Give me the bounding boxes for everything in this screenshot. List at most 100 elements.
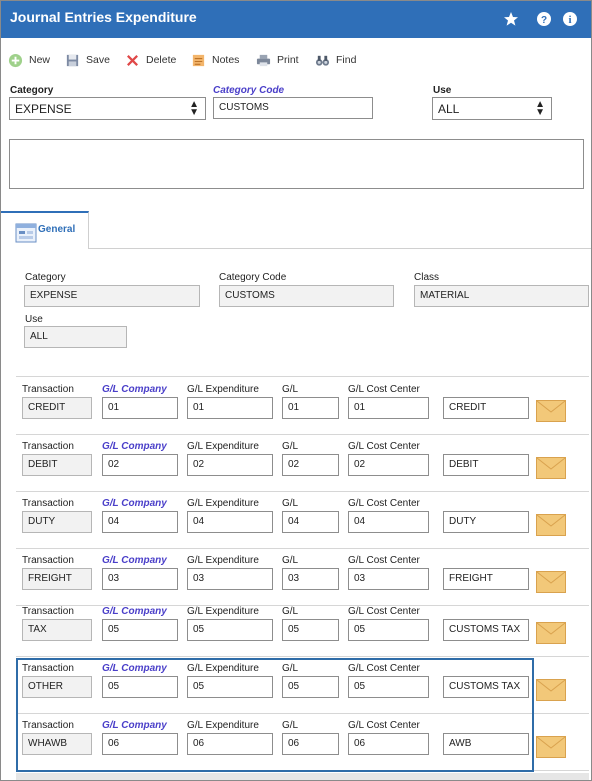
general-use-field: ALL — [24, 326, 127, 348]
envelope-icon[interactable] — [536, 622, 566, 644]
description-field[interactable]: CUSTOMS TAX — [443, 619, 529, 641]
selection-highlight — [16, 658, 534, 772]
use-select-value: ALL — [438, 102, 460, 116]
gl-cost-center-label: G/L Cost Center — [348, 384, 420, 395]
notes-icon — [192, 54, 205, 66]
gl-expenditure-input[interactable]: 01 — [187, 397, 273, 419]
tab-bar-line — [1, 248, 591, 249]
table-row: Transaction DEBIT G/L Company 02 G/L Expendi… — [16, 435, 589, 492]
transaction-label: Transaction — [22, 606, 74, 617]
gl-cost-center-input[interactable]: 03 — [348, 568, 429, 590]
gl-input[interactable]: 01 — [282, 397, 339, 419]
table-row: Transaction DUTY G/L Company 04 G/L Expendit… — [16, 492, 589, 549]
gl-label: G/L — [282, 606, 299, 617]
transaction-label: Transaction — [22, 384, 74, 395]
envelope-icon[interactable] — [536, 457, 566, 479]
transaction-field: DEBIT — [22, 454, 92, 476]
description-field[interactable]: CREDIT — [443, 397, 529, 419]
form-icon — [15, 223, 37, 243]
gl-cost-center-input[interactable]: 02 — [348, 454, 429, 476]
star-icon[interactable] — [503, 11, 519, 27]
gl-company-input[interactable]: 03 — [102, 568, 178, 590]
gl-label: G/L — [282, 441, 299, 452]
description-field[interactable]: DEBIT — [443, 454, 529, 476]
add-icon — [8, 53, 23, 67]
gl-input[interactable]: 04 — [282, 511, 339, 533]
transaction-label: Transaction — [22, 498, 74, 509]
transaction-label: Transaction — [22, 441, 74, 452]
gl-input[interactable]: 02 — [282, 454, 339, 476]
gl-cost-center-label: G/L Cost Center — [348, 555, 420, 566]
svg-text:?: ? — [541, 15, 547, 26]
description-field[interactable]: FREIGHT — [443, 568, 529, 590]
gl-cost-center-input[interactable]: 01 — [348, 397, 429, 419]
envelope-icon[interactable] — [536, 514, 566, 536]
gl-company-label[interactable]: G/L Company — [102, 441, 167, 452]
gl-expenditure-label: G/L Expenditure — [187, 606, 259, 617]
sort-arrows-icon: ▲ ▼ — [189, 99, 199, 118]
tab-general[interactable]: General — [1, 211, 89, 249]
category-label: Category — [10, 85, 54, 96]
find-button[interactable]: Find — [315, 49, 356, 71]
gl-company-label[interactable]: G/L Company — [102, 384, 167, 395]
table-row: Transaction TAX G/L Company 05 G/L Expenditu… — [16, 600, 589, 657]
notes-label: Notes — [212, 54, 240, 66]
envelope-icon[interactable] — [536, 679, 566, 701]
table-row: Transaction FREIGHT G/L Company 03 G/L Expen… — [16, 549, 589, 606]
save-button[interactable]: Save — [65, 49, 110, 71]
gl-company-input[interactable]: 02 — [102, 454, 178, 476]
gl-expenditure-input[interactable]: 02 — [187, 454, 273, 476]
transaction-field: TAX — [22, 619, 92, 641]
gl-cost-center-input[interactable]: 04 — [348, 511, 429, 533]
gl-expenditure-input[interactable]: 04 — [187, 511, 273, 533]
print-icon — [256, 54, 271, 66]
gl-cost-center-label: G/L Cost Center — [348, 441, 420, 452]
description-field[interactable]: DUTY — [443, 511, 529, 533]
gl-expenditure-input[interactable]: 05 — [187, 619, 273, 641]
gl-company-label[interactable]: G/L Company — [102, 498, 167, 509]
table-row: Transaction CREDIT G/L Company 01 G/L Expend… — [16, 378, 589, 435]
delete-label: Delete — [146, 54, 177, 66]
gl-expenditure-input[interactable]: 03 — [187, 568, 273, 590]
delete-button[interactable]: Delete — [125, 49, 176, 71]
use-label: Use — [433, 85, 452, 96]
print-label: Print — [277, 54, 299, 66]
transaction-field: CREDIT — [22, 397, 92, 419]
gl-company-input[interactable]: 04 — [102, 511, 178, 533]
category-select-value: EXPENSE — [15, 102, 72, 116]
toolbar: New Save Delete Notes Print Find — [1, 49, 591, 71]
gl-input[interactable]: 03 — [282, 568, 339, 590]
category-select[interactable]: EXPENSE ▲ ▼ — [9, 97, 206, 120]
print-button[interactable]: Print — [256, 49, 299, 71]
delete-icon — [127, 54, 138, 66]
window: Journal Entries Expenditure ? i New Save… — [0, 0, 592, 781]
gl-company-input[interactable]: 05 — [102, 619, 178, 641]
transaction-label: Transaction — [22, 555, 74, 566]
title-bar: Journal Entries Expenditure ? i — [1, 1, 591, 38]
gl-expenditure-label: G/L Expenditure — [187, 441, 259, 452]
save-icon — [66, 54, 79, 66]
transaction-field: FREIGHT — [22, 568, 92, 590]
category-code-input[interactable]: CUSTOMS — [213, 97, 373, 119]
gl-cost-center-input[interactable]: 05 — [348, 619, 429, 641]
general-class-label: Class — [414, 272, 440, 283]
horizontal-scrollbar[interactable] — [16, 773, 589, 780]
gl-company-input[interactable]: 01 — [102, 397, 178, 419]
general-category-code-field: CUSTOMS — [219, 285, 394, 307]
notes-button[interactable]: Notes — [191, 49, 239, 71]
envelope-icon[interactable] — [536, 400, 566, 422]
help-icon[interactable]: ? — [536, 11, 552, 27]
gl-cost-center-label: G/L Cost Center — [348, 498, 420, 509]
gl-company-label[interactable]: G/L Company — [102, 555, 167, 566]
envelope-icon[interactable] — [536, 571, 566, 593]
info-icon[interactable]: i — [562, 11, 578, 27]
envelope-icon[interactable] — [536, 736, 566, 758]
gl-input[interactable]: 05 — [282, 619, 339, 641]
category-code-label[interactable]: Category Code — [213, 85, 284, 96]
gl-company-label[interactable]: G/L Company — [102, 606, 167, 617]
gl-expenditure-label: G/L Expenditure — [187, 498, 259, 509]
use-select[interactable]: ALL ▲ ▼ — [432, 97, 552, 120]
new-button[interactable]: New — [8, 49, 50, 71]
general-category-field: EXPENSE — [24, 285, 200, 307]
description-textarea[interactable] — [9, 139, 584, 189]
